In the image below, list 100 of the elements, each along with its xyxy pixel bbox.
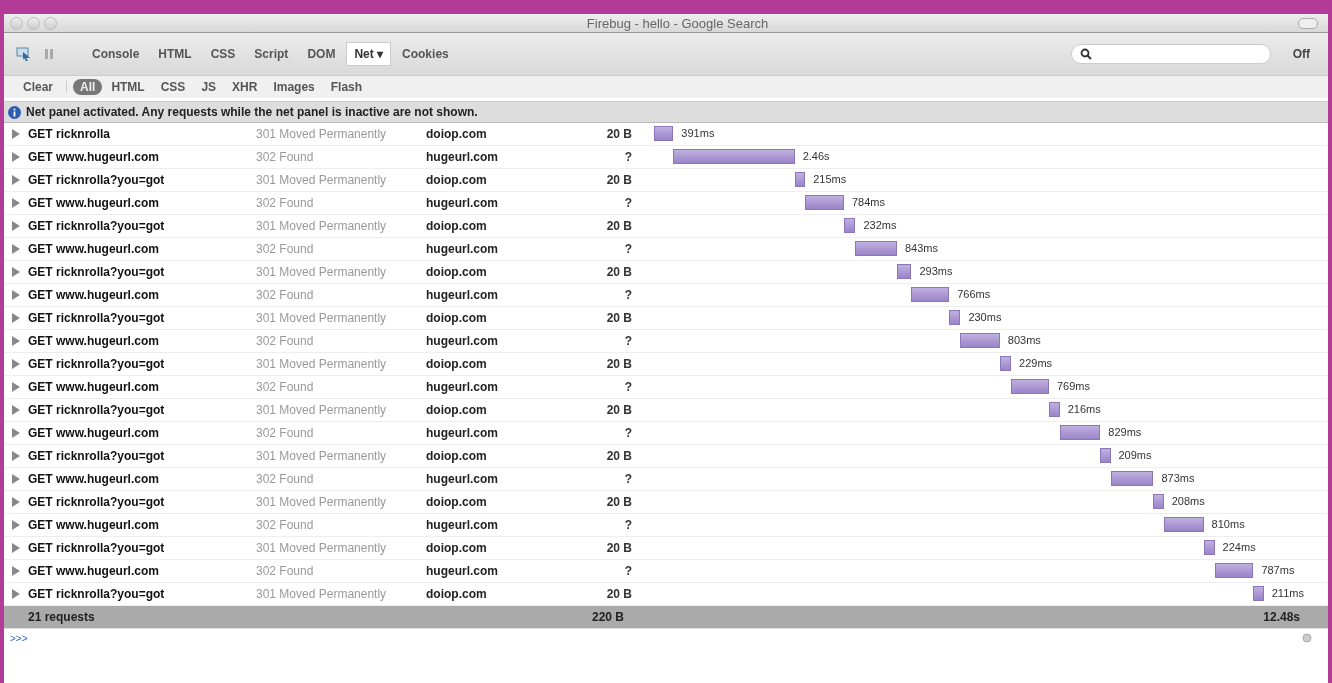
request-url[interactable]: GET www.hugeurl.com xyxy=(28,518,256,532)
expand-arrow-icon[interactable] xyxy=(12,313,20,323)
size-text: 20 B xyxy=(605,127,632,141)
status-text: 302 Found xyxy=(256,288,315,302)
request-url[interactable]: GET ricknrolla?you=got xyxy=(28,587,256,601)
request-url[interactable]: GET ricknrolla?you=got xyxy=(28,357,256,371)
expand-arrow-icon[interactable] xyxy=(12,359,20,369)
expand-arrow-icon[interactable] xyxy=(12,474,20,484)
domain-text: doiop.com xyxy=(426,219,488,233)
status-text: 301 Moved Permanently xyxy=(256,311,388,325)
request-url[interactable]: GET ricknrolla?you=got xyxy=(28,173,256,187)
window-title: Firebug - hello - Google Search xyxy=(585,15,770,31)
expand-arrow-icon[interactable] xyxy=(12,221,20,231)
panel-tab[interactable]: Console xyxy=(84,42,148,66)
size-text: ? xyxy=(623,472,632,486)
search-field[interactable] xyxy=(1070,44,1271,64)
expand-arrow-icon[interactable] xyxy=(12,543,20,553)
panel-tab[interactable]: CSS xyxy=(202,42,244,66)
timing-text: 769ms xyxy=(1057,380,1091,392)
request-url[interactable]: GET ricknrolla?you=got xyxy=(28,265,256,279)
filter-tab[interactable]: CSS xyxy=(153,79,193,95)
request-url[interactable]: GET www.hugeurl.com xyxy=(28,196,256,210)
expand-arrow-icon[interactable] xyxy=(12,129,20,139)
expand-arrow-icon[interactable] xyxy=(12,566,20,576)
status-text: 302 Found xyxy=(256,196,315,210)
filter-tab[interactable]: All xyxy=(73,79,103,95)
expand-arrow-icon[interactable] xyxy=(12,382,20,392)
request-url[interactable]: GET www.hugeurl.com xyxy=(28,564,256,578)
clear-button[interactable]: Clear xyxy=(16,79,61,95)
filter-tab[interactable]: JS xyxy=(194,79,224,95)
size-text: 20 B xyxy=(605,495,632,509)
toolbar-toggle-icon[interactable] xyxy=(1298,17,1318,29)
request-url[interactable]: GET ricknrolla?you=got xyxy=(28,403,256,417)
domain-text: hugeurl.com xyxy=(426,564,499,578)
status-dot-icon xyxy=(1302,633,1312,643)
expand-arrow-icon[interactable] xyxy=(12,290,20,300)
request-url[interactable]: GET ricknrolla?you=got xyxy=(28,495,256,509)
domain-text: doiop.com xyxy=(426,587,488,601)
size-text: ? xyxy=(623,380,632,394)
expand-arrow-icon[interactable] xyxy=(12,589,20,599)
panel-tab[interactable]: HTML xyxy=(150,42,200,66)
expand-arrow-icon[interactable] xyxy=(12,520,20,530)
domain-text: doiop.com xyxy=(426,265,488,279)
request-url[interactable]: GET www.hugeurl.com xyxy=(28,288,256,302)
request-url[interactable]: GET www.hugeurl.com xyxy=(28,242,256,256)
size-text: ? xyxy=(623,150,632,164)
size-text: 20 B xyxy=(605,403,632,417)
status-text: 301 Moved Permanently xyxy=(256,403,388,417)
timing-text: 803ms xyxy=(1007,334,1041,346)
status-text: 301 Moved Permanently xyxy=(256,219,388,233)
inspect-icon[interactable] xyxy=(16,47,32,61)
domain-text: hugeurl.com xyxy=(426,518,499,532)
timing-text: 784ms xyxy=(851,196,885,208)
request-url[interactable]: GET www.hugeurl.com xyxy=(28,334,256,348)
total-size: 220 B xyxy=(590,610,624,624)
panel-tab[interactable]: Cookies xyxy=(394,42,457,66)
filter-tab[interactable]: XHR xyxy=(225,79,265,95)
timing-text: 829ms xyxy=(1108,426,1142,438)
request-url[interactable]: GET ricknrolla?you=got xyxy=(28,219,256,233)
expand-arrow-icon[interactable] xyxy=(12,428,20,438)
status-text: 301 Moved Permanently xyxy=(256,127,388,141)
size-text: ? xyxy=(623,242,632,256)
request-url[interactable]: GET www.hugeurl.com xyxy=(28,380,256,394)
size-text: 20 B xyxy=(605,449,632,463)
status-text: 301 Moved Permanently xyxy=(256,265,388,279)
expand-arrow-icon[interactable] xyxy=(12,405,20,415)
status-text: 302 Found xyxy=(256,242,315,256)
timing-text: 766ms xyxy=(957,288,991,300)
size-text: 20 B xyxy=(605,311,632,325)
panel-tab[interactable]: Script xyxy=(246,42,297,66)
request-url[interactable]: GET ricknrolla?you=got xyxy=(28,541,256,555)
request-url[interactable]: GET ricknrolla xyxy=(28,127,256,141)
request-url[interactable]: GET www.hugeurl.com xyxy=(28,472,256,486)
expand-arrow-icon[interactable] xyxy=(12,244,20,254)
panel-tab[interactable]: Net ▾ xyxy=(346,42,392,66)
expand-arrow-icon[interactable] xyxy=(12,198,20,208)
request-url[interactable]: GET www.hugeurl.com xyxy=(28,426,256,440)
size-text: 20 B xyxy=(605,587,632,601)
expand-arrow-icon[interactable] xyxy=(12,267,20,277)
filter-tab[interactable]: Flash xyxy=(323,79,370,95)
expand-arrow-icon[interactable] xyxy=(12,497,20,507)
panel-tab[interactable]: DOM xyxy=(299,42,344,66)
filter-tab[interactable]: HTML xyxy=(104,79,152,95)
pause-icon[interactable] xyxy=(44,48,54,60)
expand-arrow-icon[interactable] xyxy=(12,152,20,162)
request-url[interactable]: GET www.hugeurl.com xyxy=(28,150,256,164)
request-url[interactable]: GET ricknrolla?you=got xyxy=(28,311,256,325)
expand-arrow-icon[interactable] xyxy=(12,451,20,461)
size-text: ? xyxy=(623,334,632,348)
timing-text: 230ms xyxy=(968,311,1002,323)
domain-text: doiop.com xyxy=(426,449,488,463)
timing-text: 208ms xyxy=(1171,495,1205,507)
expand-arrow-icon[interactable] xyxy=(12,336,20,346)
domain-text: hugeurl.com xyxy=(426,426,499,440)
status-text: 301 Moved Permanently xyxy=(256,541,388,555)
domain-text: hugeurl.com xyxy=(426,472,499,486)
expand-arrow-icon[interactable] xyxy=(12,175,20,185)
timing-text: 209ms xyxy=(1118,449,1152,461)
filter-tab[interactable]: Images xyxy=(266,79,322,95)
request-url[interactable]: GET ricknrolla?you=got xyxy=(28,449,256,463)
